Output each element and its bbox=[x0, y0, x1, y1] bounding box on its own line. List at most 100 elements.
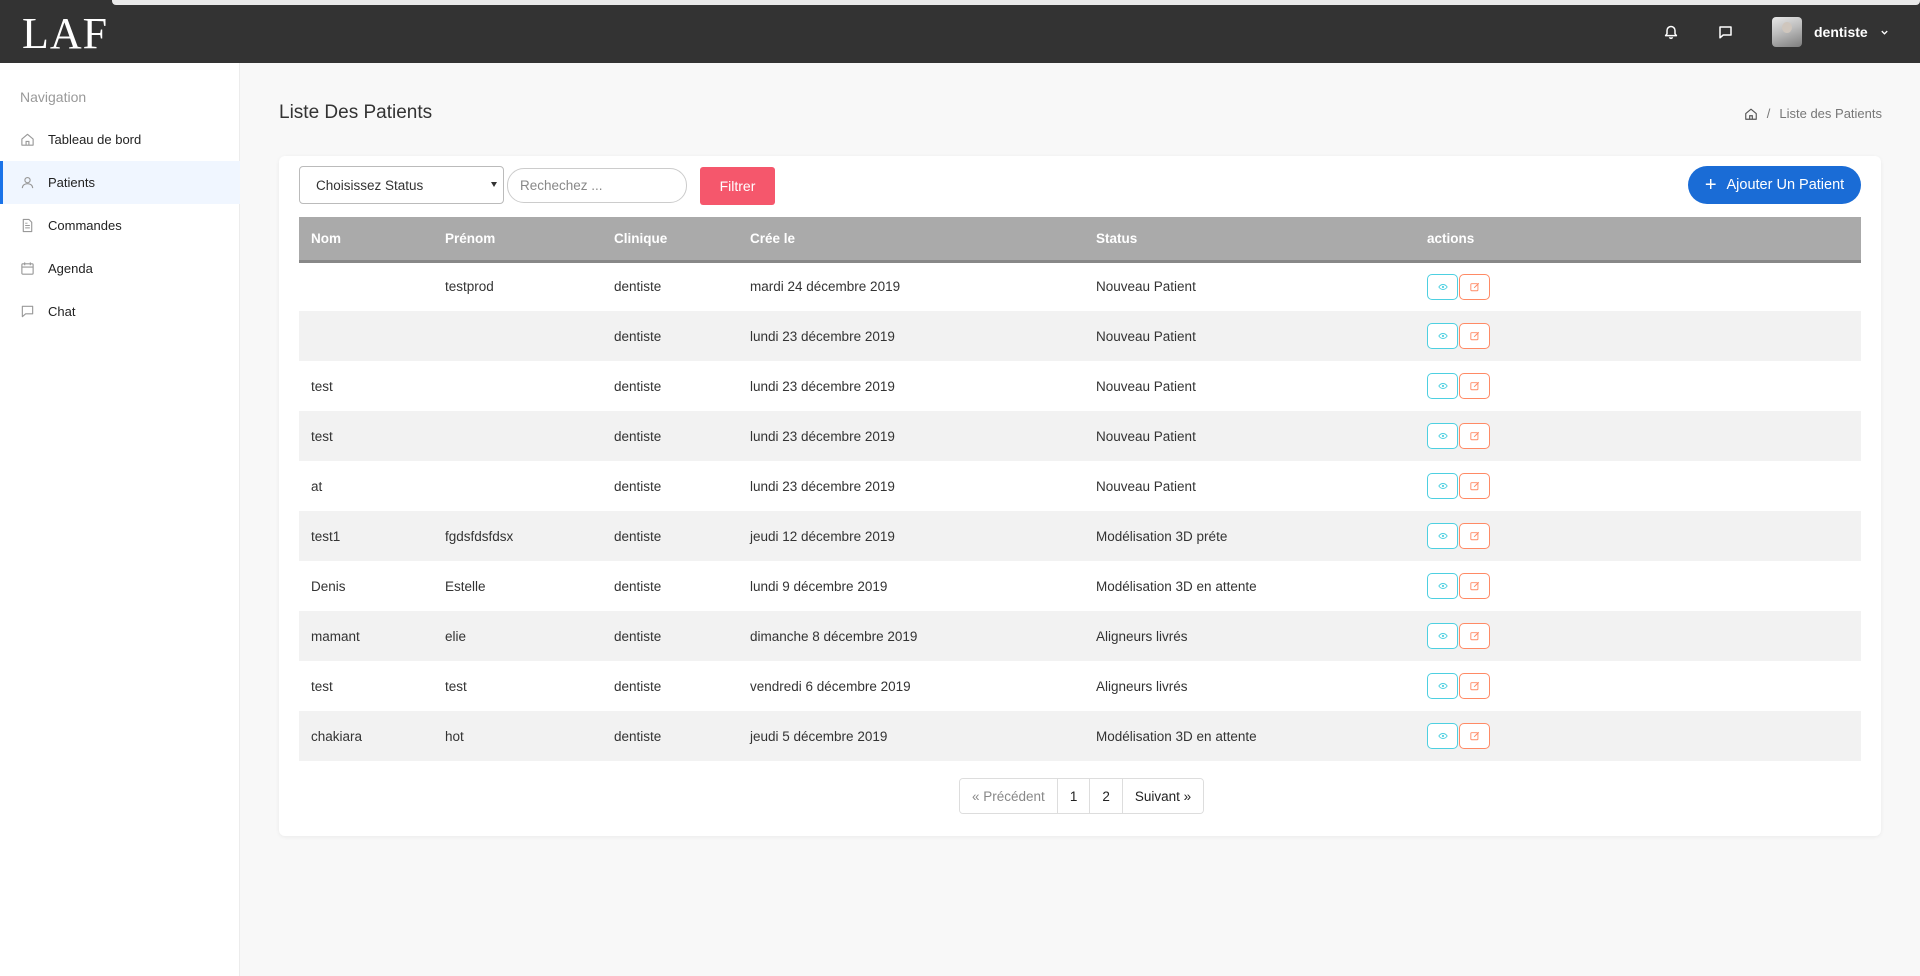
home-icon bbox=[21, 133, 34, 146]
header-status[interactable]: Status bbox=[1084, 217, 1415, 263]
edit-button[interactable] bbox=[1459, 523, 1490, 549]
pagination: « Précédent 1 2 Suivant » bbox=[959, 778, 1205, 814]
cell-actions bbox=[1415, 461, 1861, 511]
cell-nom: test bbox=[311, 378, 333, 394]
view-button[interactable] bbox=[1427, 323, 1458, 349]
cell-actions bbox=[1415, 711, 1861, 761]
message-icon[interactable] bbox=[1714, 21, 1736, 43]
breadcrumb: / Liste des Patients bbox=[1744, 106, 1882, 121]
edit-button[interactable] bbox=[1459, 473, 1490, 499]
sidebar-item-label: Patients bbox=[48, 175, 95, 190]
cell-clinique: dentiste bbox=[614, 678, 662, 694]
search-input[interactable] bbox=[507, 168, 687, 203]
cell-nom: test bbox=[311, 678, 333, 694]
status-select[interactable]: Choisissez Status bbox=[299, 166, 504, 204]
edit-button[interactable] bbox=[1459, 573, 1490, 599]
header-cree-le[interactable]: Crée le bbox=[738, 217, 1084, 263]
breadcrumb-current: Liste des Patients bbox=[1779, 106, 1882, 121]
cell-clinique: dentiste bbox=[614, 578, 662, 594]
sidebar-item-commandes[interactable]: Commandes bbox=[0, 204, 240, 247]
cell-cree-le: jeudi 12 décembre 2019 bbox=[750, 528, 895, 544]
table-header-row: Nom Prénom Clinique Crée le Status actio… bbox=[299, 217, 1861, 263]
cell-clinique: dentiste bbox=[614, 728, 662, 744]
cell-prenom bbox=[433, 461, 602, 511]
view-button[interactable] bbox=[1427, 523, 1458, 549]
cell-prenom: Estelle bbox=[445, 578, 486, 594]
pagination-next[interactable]: Suivant » bbox=[1122, 779, 1204, 813]
page-title: Liste Des Patients bbox=[279, 102, 433, 123]
view-button[interactable] bbox=[1427, 573, 1458, 599]
pagination-prev[interactable]: « Précédent bbox=[960, 779, 1058, 813]
cell-status: Nouveau Patient bbox=[1096, 328, 1196, 344]
chat-icon bbox=[21, 305, 34, 318]
home-icon[interactable] bbox=[1744, 107, 1758, 121]
cell-actions bbox=[1415, 661, 1861, 711]
cell-status: Aligneurs livrés bbox=[1096, 678, 1188, 694]
cell-nom bbox=[299, 311, 433, 361]
pagination-page-1[interactable]: 1 bbox=[1057, 779, 1091, 813]
user-icon bbox=[21, 176, 34, 189]
cell-clinique: dentiste bbox=[614, 528, 662, 544]
view-button[interactable] bbox=[1427, 473, 1458, 499]
cell-cree-le: lundi 23 décembre 2019 bbox=[750, 428, 895, 444]
pagination-page-2[interactable]: 2 bbox=[1090, 779, 1123, 813]
cell-clinique: dentiste bbox=[614, 428, 662, 444]
header-prenom[interactable]: Prénom bbox=[433, 217, 602, 263]
cell-clinique: dentiste bbox=[614, 378, 662, 394]
cell-prenom: fgdsfdsfdsx bbox=[445, 528, 514, 544]
edit-button[interactable] bbox=[1459, 723, 1490, 749]
cell-prenom bbox=[433, 311, 602, 361]
add-patient-button[interactable]: + Ajouter Un Patient bbox=[1688, 166, 1861, 204]
bell-icon[interactable] bbox=[1660, 21, 1682, 43]
cell-actions bbox=[1415, 561, 1861, 611]
view-button[interactable] bbox=[1427, 673, 1458, 699]
cell-prenom: test bbox=[445, 678, 467, 694]
cell-status: Nouveau Patient bbox=[1096, 279, 1196, 295]
view-button[interactable] bbox=[1427, 273, 1458, 300]
filter-button[interactable]: Filtrer bbox=[700, 167, 775, 205]
cell-prenom: hot bbox=[445, 728, 464, 744]
view-button[interactable] bbox=[1427, 623, 1458, 649]
edit-button[interactable] bbox=[1459, 323, 1490, 349]
sidebar-item-tableau-de-bord[interactable]: Tableau de bord bbox=[0, 118, 240, 161]
edit-button[interactable] bbox=[1459, 273, 1490, 300]
edit-icon bbox=[1469, 731, 1479, 741]
eye-icon bbox=[1437, 733, 1448, 739]
edit-button[interactable] bbox=[1459, 673, 1490, 699]
view-button[interactable] bbox=[1427, 423, 1458, 449]
sidebar-item-patients[interactable]: Patients bbox=[0, 161, 240, 204]
edit-icon bbox=[1469, 681, 1479, 691]
user-menu[interactable]: dentiste bbox=[1772, 17, 1889, 47]
cell-actions bbox=[1415, 361, 1861, 411]
cell-cree-le: lundi 23 décembre 2019 bbox=[750, 478, 895, 494]
sidebar-item-label: Agenda bbox=[48, 261, 93, 276]
cell-clinique: dentiste bbox=[614, 279, 662, 295]
sidebar: Navigation Tableau de bord Patients Comm… bbox=[0, 63, 240, 976]
cell-status: Modélisation 3D préte bbox=[1096, 528, 1228, 544]
cell-prenom bbox=[433, 411, 602, 461]
logo[interactable]: LAF bbox=[22, 12, 108, 56]
cell-clinique: dentiste bbox=[614, 478, 662, 494]
chevron-down-icon bbox=[1881, 30, 1888, 35]
view-button[interactable] bbox=[1427, 373, 1458, 399]
status-select-value: Choisissez Status bbox=[316, 177, 424, 193]
table-row: chakiara hot dentiste jeudi 5 décembre 2019… bbox=[299, 711, 1861, 761]
edit-button[interactable] bbox=[1459, 423, 1490, 449]
browser-strip bbox=[112, 0, 1920, 5]
cell-status: Nouveau Patient bbox=[1096, 428, 1196, 444]
edit-button[interactable] bbox=[1459, 623, 1490, 649]
cell-cree-le: lundi 23 décembre 2019 bbox=[750, 328, 895, 344]
cell-nom: mamant bbox=[311, 628, 360, 644]
user-name: dentiste bbox=[1814, 24, 1868, 40]
table-row: dentiste lundi 23 décembre 2019 Nouveau Pa… bbox=[299, 311, 1861, 361]
edit-button[interactable] bbox=[1459, 373, 1490, 399]
sidebar-item-agenda[interactable]: Agenda bbox=[0, 247, 240, 290]
cell-status: Modélisation 3D en attente bbox=[1096, 728, 1257, 744]
view-button[interactable] bbox=[1427, 723, 1458, 749]
table-row: Denis Estelle dentiste lundi 9 décembre 201… bbox=[299, 561, 1861, 611]
breadcrumb-separator: / bbox=[1766, 106, 1771, 121]
header-clinique[interactable]: Clinique bbox=[602, 217, 738, 263]
header-nom[interactable]: Nom bbox=[299, 217, 433, 263]
sidebar-item-chat[interactable]: Chat bbox=[0, 290, 240, 333]
cell-status: Modélisation 3D en attente bbox=[1096, 578, 1257, 594]
